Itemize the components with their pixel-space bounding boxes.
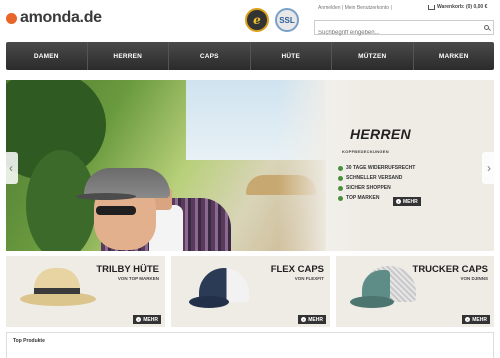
trusted-shops-badge-icon[interactable]: e [245, 8, 269, 32]
slider-prev-button[interactable]: ‹ [4, 152, 18, 184]
hero-feature-label: TOP MARKEN [346, 195, 380, 201]
tile-more-button[interactable]: › MEHR [462, 315, 490, 324]
search-input[interactable] [315, 26, 475, 40]
main-navigation: DAMEN HERREN CAPS HÜTE MÜTZEN MARKEN [6, 42, 494, 70]
cart-summary: Warenkorb: (0) 0,00 € [437, 4, 488, 10]
more-label: MEHR [143, 316, 158, 323]
bullet-icon [338, 195, 343, 201]
nav-item-herren[interactable]: HERREN [88, 42, 169, 70]
hero-title: HERREN [350, 126, 411, 142]
nav-item-marken[interactable]: MARKEN [414, 42, 495, 70]
tile-title: FLEX CAPS [270, 264, 324, 275]
more-label: MEHR [403, 198, 418, 205]
cart-link[interactable]: Warenkorb: (0) 0,00 € [428, 4, 487, 10]
cap-bill [350, 296, 394, 308]
hero-more-button[interactable]: › MEHR [393, 197, 421, 206]
more-label: MEHR [308, 316, 323, 323]
model-cap-brim [76, 193, 136, 200]
bullet-icon [338, 175, 343, 181]
tile-subtitle: VON DJINNS [460, 276, 488, 281]
logo-dot-icon [6, 12, 17, 24]
arrow-right-icon: › [396, 199, 401, 204]
hero-banner[interactable] [6, 80, 494, 251]
cart-icon [428, 4, 435, 10]
search-box [314, 20, 494, 40]
hero-feature: SICHER SHOPPEN [338, 183, 415, 193]
tile-more-button[interactable]: › MEHR [298, 315, 326, 324]
account-links[interactable]: Anmelden | Mein Benutzerkonto | [318, 5, 392, 11]
hat-band [34, 288, 80, 294]
model-sunglasses [96, 206, 136, 215]
nav-item-huete[interactable]: HÜTE [251, 42, 332, 70]
arrow-right-icon: › [465, 317, 471, 322]
hero-feature: SCHNELLER VERSAND [338, 173, 415, 183]
bullet-icon [338, 165, 343, 171]
promo-tile-truckercaps[interactable]: TRUCKER CAPS VON DJINNS › MEHR [336, 256, 494, 327]
tile-title: TRILBY HÜTE [96, 264, 159, 275]
hero-foliage-lower [26, 150, 96, 251]
hero-feature-label: 30 TAGE WIDERRUFSRECHT [346, 165, 416, 171]
arrow-right-icon: › [301, 317, 307, 322]
promo-tile-trilby[interactable]: TRILBY HÜTE VON TOP MARKEN › MEHR [6, 256, 165, 327]
hero-subtitle: KOPFBEDECKUNGEN [342, 149, 389, 154]
search-button[interactable] [480, 22, 492, 33]
site-logo[interactable]: amonda.de [6, 9, 102, 27]
hero-feature: 30 TAGE WIDERRUFSRECHT [338, 163, 415, 173]
tile-more-button[interactable]: › MEHR [133, 315, 161, 324]
bullet-icon [338, 185, 343, 191]
slider-next-button[interactable]: › [482, 152, 496, 184]
logo-text: amonda.de [20, 9, 102, 26]
nav-item-caps[interactable]: CAPS [169, 42, 251, 70]
nav-item-muetzen[interactable]: MÜTZEN [332, 42, 414, 70]
tile-title: TRUCKER CAPS [412, 264, 488, 275]
tile-subtitle: VON FLEXFIT [294, 276, 324, 281]
section-title: Top Produkte [13, 338, 45, 344]
top-products-section: Top Produkte [6, 332, 494, 358]
promo-tile-flexcaps[interactable]: FLEX CAPS VON FLEXFIT › MEHR [171, 256, 330, 327]
search-icon [483, 25, 489, 30]
hero-feature-label: SICHER SHOPPEN [346, 185, 391, 191]
hero-feature-label: SCHNELLER VERSAND [346, 175, 403, 181]
more-label: MEHR [472, 316, 487, 323]
ssl-badge-icon[interactable]: SSL [275, 8, 299, 32]
cap-bill [189, 296, 229, 308]
arrow-right-icon: › [136, 317, 142, 322]
tile-subtitle: VON TOP MARKEN [117, 276, 159, 281]
hat-brim [20, 292, 96, 306]
nav-item-damen[interactable]: DAMEN [6, 42, 88, 70]
